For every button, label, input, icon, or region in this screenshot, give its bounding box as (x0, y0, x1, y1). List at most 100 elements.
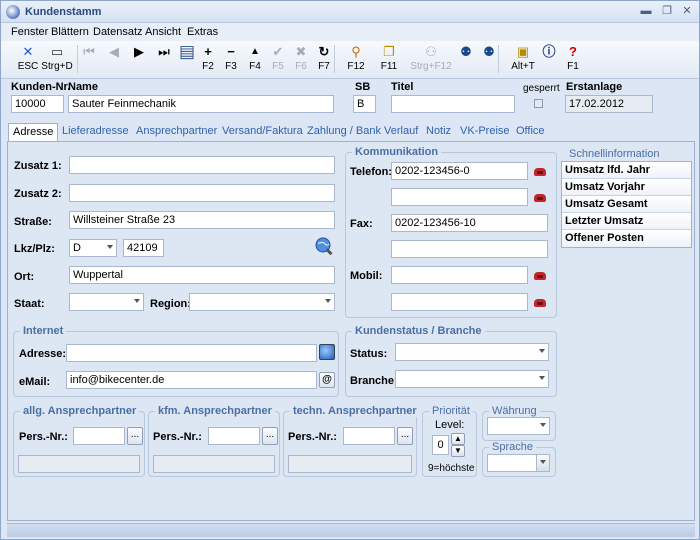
menu-ansicht[interactable]: Ansicht (145, 26, 181, 38)
prioritaet-title: Priorität (429, 405, 473, 417)
kfm-persnr-label: Pers.-Nr.: (153, 431, 202, 443)
phone-icon[interactable] (534, 299, 546, 307)
schnellinfo-item[interactable]: Offener Posten (562, 230, 691, 247)
strasse-field[interactable]: Willsteiner Straße 23 (69, 211, 335, 229)
level-field[interactable]: 0 (432, 435, 449, 455)
email-at-button[interactable]: @ (319, 372, 335, 388)
zusatz1-field[interactable] (69, 156, 335, 174)
level-label: Level: (435, 419, 465, 431)
phone-icon[interactable] (534, 194, 546, 202)
gesperrt-checkbox[interactable] (534, 99, 543, 108)
globe-search-icon[interactable] (314, 237, 334, 257)
mobil1-field[interactable] (391, 266, 528, 284)
schnellinfo-item[interactable]: Umsatz lfd. Jahr (562, 162, 691, 179)
techn-persnr-field[interactable] (343, 427, 395, 445)
chevron-down-icon (540, 460, 546, 464)
techn-browse-button[interactable]: ... (397, 427, 413, 445)
contacts-alt-icon: ⚉ (483, 44, 495, 59)
sprache-select[interactable] (487, 454, 550, 472)
toolbar-print-button[interactable]: ▭ Strg+D (39, 43, 75, 73)
tab-zahlung-bank[interactable]: Zahlung / Bank (307, 123, 381, 142)
schnellinfo-list: Umsatz lfd. Jahr Umsatz Vorjahr Umsatz G… (561, 161, 692, 248)
fax1-field[interactable]: 0202-123456-10 (391, 214, 548, 232)
menu-fenster[interactable]: Fenster (11, 26, 48, 38)
schnellinfo-item[interactable]: Letzter Umsatz (562, 213, 691, 230)
kundennr-field[interactable]: 10000 (11, 95, 64, 113)
lkzplz-label: Lkz/Plz: (14, 243, 55, 255)
globe-icon[interactable] (319, 344, 335, 360)
name-field[interactable]: Sauter Feinmechanik (68, 95, 334, 113)
schnellinfo-item[interactable]: Umsatz Vorjahr (562, 179, 691, 196)
allg-ansprech-title: allg. Ansprechpartner (20, 405, 140, 417)
techn-ansprech-title: techn. Ansprechpartner (290, 405, 420, 417)
sprache-dropdown-button[interactable] (536, 455, 549, 471)
status-select[interactable] (395, 343, 549, 361)
kfm-browse-button[interactable]: ... (262, 427, 278, 445)
telefon2-field[interactable] (391, 188, 528, 206)
status-label: Status: (350, 348, 388, 360)
telefon1-field[interactable]: 0202-123456-0 (391, 162, 528, 180)
strasse-label: Straße: (14, 216, 52, 228)
techn-persnr-label: Pers.-Nr.: (288, 431, 337, 443)
tab-adresse[interactable]: Adresse (8, 123, 59, 142)
sb-field[interactable]: B (353, 95, 376, 113)
phone-icon[interactable] (534, 272, 546, 280)
allg-browse-button[interactable]: ... (127, 427, 143, 445)
menu-extras[interactable]: Extras (187, 26, 218, 38)
chevron-down-icon (325, 299, 331, 303)
titel-field[interactable] (391, 95, 515, 113)
tab-office[interactable]: Office (516, 123, 545, 142)
kundennr-label: Kunden-Nr. (11, 81, 71, 93)
menu-datensatz[interactable]: Datensatz (93, 26, 143, 38)
waehrung-select[interactable] (487, 417, 550, 435)
minimize-icon[interactable]: ▬ (638, 4, 654, 18)
copy-icon: ❐ (383, 44, 395, 59)
lkz-select[interactable]: D (69, 239, 117, 257)
fax-label: Fax: (350, 218, 373, 230)
tab-verlauf[interactable]: Verlauf (384, 123, 418, 142)
phone-icon[interactable] (534, 168, 546, 176)
help-icon: ? (569, 44, 577, 59)
region-select[interactable] (189, 293, 335, 311)
plz-field[interactable]: 42109 (123, 239, 164, 257)
tab-versand-faktura[interactable]: Versand/Faktura (222, 123, 303, 142)
allg-persnr-field[interactable] (73, 427, 125, 445)
tab-ansprechpartner[interactable]: Ansprechpartner (136, 123, 217, 142)
status-bar (7, 523, 695, 537)
close-window-icon[interactable]: ✕ (679, 4, 695, 18)
broom-icon: ⚲ (351, 44, 361, 59)
zusatz1-label: Zusatz 1: (14, 160, 62, 172)
tab-notiz[interactable]: Notiz (426, 123, 451, 142)
tab-vk-preise[interactable]: VK-Preise (460, 123, 510, 142)
web-adresse-field[interactable] (66, 344, 317, 362)
staat-select[interactable] (69, 293, 144, 311)
email-label: eMail: (19, 376, 51, 388)
branche-label: Branche: (350, 375, 398, 387)
internet-title: Internet (20, 325, 67, 337)
mobil2-field[interactable] (391, 293, 528, 311)
branche-select[interactable] (395, 370, 549, 388)
users-button[interactable]: ⚇ Strg+F12 (410, 43, 451, 73)
chevron-down-icon (540, 423, 546, 427)
tab-lieferadresse[interactable]: Lieferadresse (62, 123, 129, 142)
copy-button[interactable]: ❐ F11 (371, 43, 407, 73)
gesperrt-label: gesperrt (523, 83, 560, 94)
zusatz2-field[interactable] (69, 184, 335, 202)
level-down-button[interactable]: ▼ (451, 445, 465, 457)
refresh-icon: ↻ (318, 44, 330, 59)
ort-field[interactable]: Wuppertal (69, 266, 335, 284)
toolbar: ✕ ESC ▭ Strg+D ⏮ ◀ ▶ ⏭ ▤ + F2 − F3 ▲ F4 ✔ F5 ✖… (1, 41, 699, 79)
allg-persnr-label: Pers.-Nr.: (19, 431, 68, 443)
kfm-persnr-field[interactable] (208, 427, 260, 445)
schnellinfo-item[interactable]: Umsatz Gesamt (562, 196, 691, 213)
staat-label: Staat: (14, 298, 45, 310)
menu-blaettern[interactable]: Blättern (51, 26, 89, 38)
kfm-ansprech-title: kfm. Ansprechpartner (155, 405, 275, 417)
maximize-icon[interactable]: ❐ (659, 4, 675, 18)
email-field[interactable]: info@bikecenter.de (66, 371, 317, 389)
contacts-alt-button[interactable]: ⚉ (471, 43, 507, 61)
telefon-label: Telefon: (350, 166, 392, 178)
fax2-field[interactable] (391, 240, 548, 258)
help-button[interactable]: ? F1 (555, 43, 591, 73)
level-up-button[interactable]: ▲ (451, 433, 465, 445)
